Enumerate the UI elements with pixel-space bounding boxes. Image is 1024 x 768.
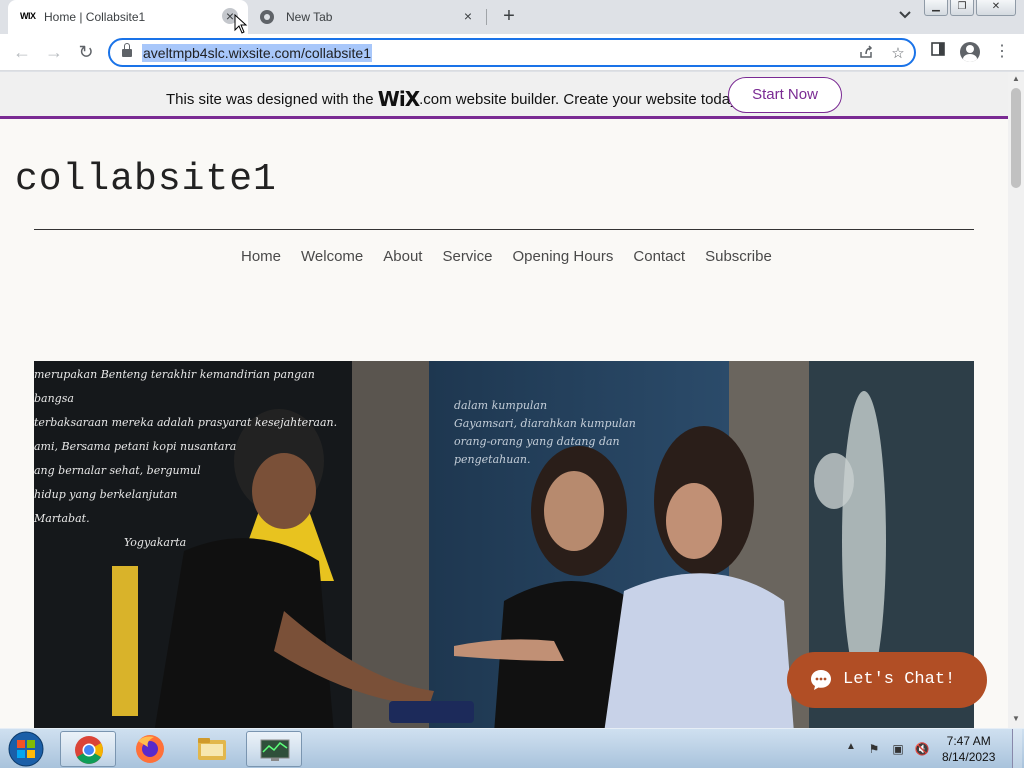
banner-text-after: .com website builder. Create your websit… xyxy=(419,91,741,108)
header-divider xyxy=(34,229,974,230)
nav-contact[interactable]: Contact xyxy=(633,248,685,265)
volume-muted-icon[interactable]: 🔇 xyxy=(914,741,930,757)
nav-home[interactable]: Home xyxy=(241,248,281,265)
browser-tabstrip: WIX Home | Collabsite1 × New Tab × + ▁ ❐… xyxy=(0,0,1024,34)
banner-text-before: This site was designed with the xyxy=(166,91,374,108)
share-icon[interactable] xyxy=(856,44,876,64)
forward-icon[interactable]: → xyxy=(42,41,66,65)
chalkboard-line: ang bernalar sehat, bergumul xyxy=(34,464,201,477)
address-bar[interactable]: aveltmpb4slc.wixsite.com/collabsite1 ☆ xyxy=(108,38,916,67)
url-text[interactable]: aveltmpb4slc.wixsite.com/collabsite1 xyxy=(142,44,372,62)
window-text: dalam kumpulan Gayamsari, diarahkan kump… xyxy=(454,397,724,469)
chat-bubble-icon xyxy=(811,670,831,690)
wix-banner: This site was designed with the WiX.com … xyxy=(0,72,1008,119)
chrome-icon xyxy=(260,10,274,24)
chalkboard-line: ami, Bersama petani kopi nusantara xyxy=(34,440,237,453)
nav-service[interactable]: Service xyxy=(442,248,492,265)
window-line: Gayamsari, diarahkan kumpulan xyxy=(454,417,636,430)
action-center-icon[interactable]: ⚑ xyxy=(866,741,882,757)
clock-time: 7:47 AM xyxy=(946,734,991,748)
wix-icon: WIX xyxy=(20,11,36,21)
chalkboard-line: hidup yang berkelanjutan xyxy=(34,488,178,501)
start-now-button[interactable]: Start Now xyxy=(728,77,842,113)
taskbar-chrome[interactable] xyxy=(60,731,116,767)
tab-separator xyxy=(486,9,487,25)
nav-opening-hours[interactable]: Opening Hours xyxy=(513,248,614,265)
tab-title: New Tab xyxy=(286,10,333,24)
window-line: dalam kumpulan xyxy=(454,399,548,412)
firefox-icon xyxy=(136,735,164,763)
chalkboard-text: merupakan Benteng terakhir kemandirian p… xyxy=(34,363,344,555)
browser-toolbar: ← → ↻ aveltmpb4slc.wixsite.com/collabsit… xyxy=(0,34,1024,71)
show-desktop-button[interactable] xyxy=(1012,729,1022,768)
side-panel-icon[interactable] xyxy=(928,42,948,62)
tab-home-collabsite1[interactable]: WIX Home | Collabsite1 × xyxy=(8,0,248,34)
scroll-thumb[interactable] xyxy=(1011,88,1021,188)
chalkboard-line: terbaksaraan mereka adalah prasyarat kes… xyxy=(34,416,338,429)
windows-taskbar: ▲ ⚑ ▣ 🔇 7:47 AM 8/14/2023 xyxy=(0,728,1024,768)
chrome-icon xyxy=(75,736,103,764)
new-tab-button[interactable]: + xyxy=(498,5,520,27)
menu-kebab-icon[interactable]: ⋮ xyxy=(992,42,1012,62)
nav-welcome[interactable]: Welcome xyxy=(301,248,363,265)
site-nav: Home Welcome About Service Opening Hours… xyxy=(241,248,772,265)
lets-chat-button[interactable]: Let's Chat! xyxy=(787,652,987,708)
clock-date: 8/14/2023 xyxy=(942,750,996,764)
bookmark-star-icon[interactable]: ☆ xyxy=(888,44,908,64)
back-icon[interactable]: ← xyxy=(10,41,34,65)
chalkboard-line: merupakan Benteng terakhir kemandirian p… xyxy=(34,368,315,405)
chalkboard-line: Martabat. xyxy=(34,512,90,525)
start-button-icon[interactable] xyxy=(6,730,46,768)
taskbar-firefox[interactable] xyxy=(122,731,178,767)
folder-icon xyxy=(198,738,226,760)
nav-about[interactable]: About xyxy=(383,248,422,265)
scroll-up-icon[interactable]: ▲ xyxy=(1008,74,1024,86)
taskbar-task-manager[interactable] xyxy=(246,731,302,767)
restore-icon[interactable]: ❐ xyxy=(950,0,974,16)
close-window-icon[interactable]: ✕ xyxy=(976,0,1016,16)
mouse-cursor-icon xyxy=(234,14,248,34)
window-line: orang-orang yang datang dan xyxy=(454,435,620,448)
scroll-down-icon[interactable]: ▼ xyxy=(1008,714,1024,726)
tab-new-tab[interactable]: New Tab × xyxy=(250,0,486,34)
tab-search-icon[interactable] xyxy=(896,8,914,26)
monitor-icon xyxy=(260,739,290,761)
window-controls: ▁ ❐ ✕ xyxy=(924,0,1016,16)
lock-icon[interactable] xyxy=(122,43,132,57)
site-title[interactable]: collabsite1 xyxy=(15,158,277,201)
close-tab-icon[interactable]: × xyxy=(460,8,476,24)
wix-banner-text: This site was designed with the WiX.com … xyxy=(166,87,741,111)
chalkboard-line: Yogyakarta xyxy=(124,536,187,549)
minimize-icon[interactable]: ▁ xyxy=(924,0,948,16)
profile-avatar-icon[interactable] xyxy=(960,42,980,62)
taskbar-file-explorer[interactable] xyxy=(184,731,240,767)
wix-logo[interactable]: WiX xyxy=(378,87,420,111)
clock[interactable]: 7:47 AM 8/14/2023 xyxy=(942,733,995,765)
network-icon[interactable]: ▣ xyxy=(890,741,906,757)
reload-icon[interactable]: ↻ xyxy=(74,41,98,65)
web-page: This site was designed with the WiX.com … xyxy=(0,72,1008,728)
system-tray: ▲ ⚑ ▣ 🔇 7:47 AM 8/14/2023 xyxy=(842,729,1022,768)
show-hidden-icons-icon[interactable]: ▲ xyxy=(846,741,856,752)
tab-title: Home | Collabsite1 xyxy=(44,10,146,24)
page-scrollbar[interactable]: ▲ ▼ xyxy=(1008,72,1024,728)
nav-subscribe[interactable]: Subscribe xyxy=(705,248,772,265)
window-line: pengetahuan. xyxy=(454,453,531,466)
chat-label: Let's Chat! xyxy=(843,670,956,689)
